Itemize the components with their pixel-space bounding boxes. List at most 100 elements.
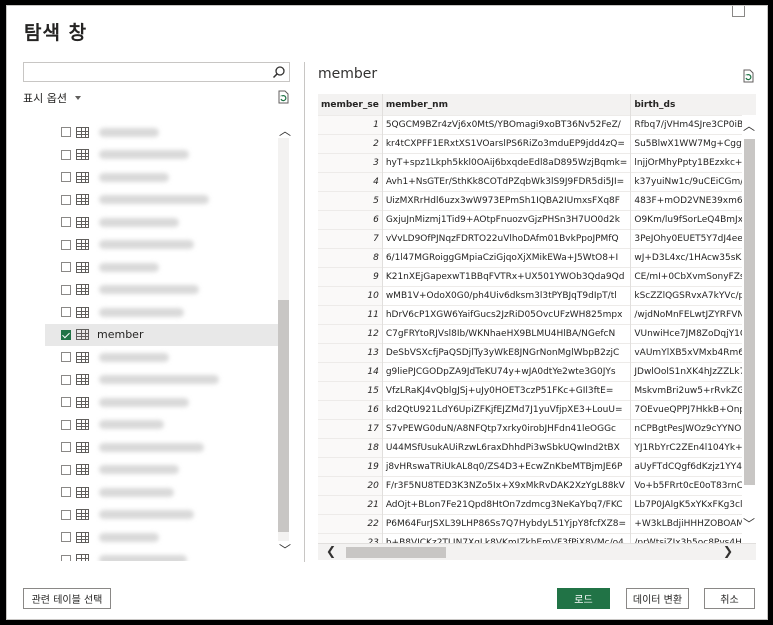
grid-scroll-down-icon[interactable]: ﹀ — [743, 515, 755, 532]
table-checkbox[interactable] — [61, 239, 71, 250]
cancel-button[interactable]: 취소 — [704, 588, 755, 609]
table-checkbox[interactable] — [61, 509, 71, 520]
table-cell: VUnwiHce7JM8ZoDqjY1O — [630, 324, 756, 344]
grid-vertical-scrollbar[interactable]: ︿ ﹀ — [742, 115, 756, 543]
table-icon — [76, 261, 89, 273]
search-input[interactable] — [23, 62, 290, 82]
tree-item[interactable] — [45, 391, 275, 413]
table-row: 11 hDrV6cP1XGW6YaifGucs2JzRiD05OvcUFzWH82… — [318, 305, 756, 325]
table-checkbox[interactable] — [61, 217, 71, 227]
table-checkbox[interactable] — [61, 284, 71, 295]
scroll-up-icon[interactable]: ︿ — [279, 122, 291, 139]
table-cell: 20 — [318, 476, 383, 496]
table-checkbox[interactable] — [61, 262, 71, 272]
tree-item[interactable] — [45, 211, 275, 233]
table-cell: 10 — [318, 286, 383, 306]
table-checkbox[interactable] — [61, 172, 71, 182]
scroll-right-icon[interactable]: ❯ — [723, 544, 733, 558]
table-checkbox[interactable] — [61, 374, 71, 385]
table-row: 20 F/r3F5NU8TED3K3NZo5Ix+X9xMkRvDAK2XzYgL… — [318, 476, 756, 496]
tree-item[interactable] — [45, 526, 275, 548]
tree-item[interactable] — [45, 414, 275, 436]
table-cell: 5QGCM9BZr4zVj6x0MtS/YBOmagi9xoBT36Nv52Fe… — [382, 115, 632, 135]
table-row: 5 UizMXRrHdl6uzx3wW973EPmSh1IQBA2IUmxsFXq… — [318, 191, 756, 211]
table-cell: 7 — [318, 229, 383, 249]
tree-item-member[interactable]: member — [45, 323, 289, 346]
grid-horizontal-scrollbar[interactable]: ❮ ❯ — [318, 544, 756, 560]
table-cell: 17 — [318, 419, 383, 439]
table-checkbox[interactable] — [61, 487, 71, 497]
table-checkbox[interactable] — [61, 419, 71, 430]
table-checkbox[interactable] — [61, 307, 71, 317]
tree-item[interactable] — [45, 234, 275, 256]
search-icon[interactable] — [272, 65, 286, 79]
table-row: 9 K21nXEjGapexwT1BBqFVTRx+UX501YWOb3Qda9Q… — [318, 267, 756, 287]
grid-vscroll-thumb[interactable] — [744, 139, 755, 485]
table-checkbox[interactable] — [61, 149, 71, 160]
navigator-tree: member — [23, 116, 289, 561]
table-checkbox[interactable] — [61, 127, 71, 137]
table-cell: hyT+spz1Lkph5kkl0OAij6bxqdeEdl8aD895WzjB… — [382, 153, 632, 173]
grid-scroll-up-icon[interactable]: ︿ — [743, 117, 755, 134]
table-cell: MskvmBri2uw5+rRvkZGAl — [630, 381, 756, 401]
table-cell: Lb7P0JAlgK5xYKxFKg3clyc — [630, 495, 756, 515]
table-cell: Rfbq7/jVHm4SJre3CP0iBd — [630, 115, 756, 135]
table-cell: j8vHRswaTRiUkAL8q0/ZS4D3+EcwZnKbeMTBjmJE… — [382, 457, 632, 477]
table-cell: kScZZlQGSRvxA7kYVc/p4u — [630, 286, 756, 306]
column-header[interactable]: member_nm — [382, 94, 632, 116]
preview-refresh-icon[interactable] — [741, 69, 755, 83]
table-icon — [76, 306, 89, 318]
blurred-table-name — [99, 420, 164, 429]
scroll-down-icon[interactable]: ﹀ — [279, 541, 291, 558]
table-checkbox[interactable] — [61, 329, 71, 340]
table-checkbox[interactable] — [61, 194, 71, 205]
tree-item[interactable] — [45, 369, 275, 391]
tree-item[interactable] — [45, 279, 275, 301]
column-header[interactable]: member_se — [318, 94, 383, 116]
select-related-tables-button[interactable]: 관련 테이블 선택 — [23, 588, 111, 609]
table-checkbox[interactable] — [61, 532, 71, 542]
table-checkbox[interactable] — [61, 352, 71, 362]
table-cell: vAUmYlXB5xVMxb4Rm6V — [630, 343, 756, 363]
table-row: 12 C7gFRYtoRJVsl8Ib/WKNhaeHX9BLMU4HlBA/NG… — [318, 324, 756, 344]
refresh-icon[interactable] — [276, 90, 290, 104]
scroll-thumb[interactable] — [278, 300, 289, 532]
table-cell: b+B8VICKz2TLJN7XgLk8VKmIZkhEmVF3fPiX8VMc… — [382, 533, 632, 543]
table-icon — [76, 194, 89, 205]
table-row: 19 j8vHRswaTRiUkAL8q0/ZS4D3+EcwZnKbeMTBjm… — [318, 457, 756, 477]
table-checkbox[interactable] — [61, 464, 71, 475]
tree-item[interactable] — [45, 121, 275, 143]
column-header[interactable]: birth_ds — [630, 94, 756, 116]
tree-item[interactable] — [45, 504, 275, 526]
tree-item[interactable] — [45, 346, 275, 368]
table-cell: /wjdNoMnFELwtJZYRFVN2 — [630, 305, 756, 325]
table-cell: 21 — [318, 495, 383, 515]
table-cell: 1 — [318, 115, 383, 135]
table-checkbox[interactable] — [61, 554, 71, 561]
tree-item[interactable] — [45, 481, 275, 503]
tree-item[interactable] — [45, 144, 275, 166]
maximize-icon[interactable] — [732, 6, 745, 17]
scroll-left-icon[interactable]: ❮ — [326, 544, 336, 558]
table-checkbox[interactable] — [61, 397, 71, 407]
tree-item[interactable] — [45, 549, 275, 561]
chevron-down-icon — [74, 96, 81, 100]
table-cell: vVvLD9OfPJNqzFDRTO22uVlhoDAfm01BvkPpoJPM… — [382, 229, 632, 249]
tree-item[interactable] — [45, 166, 275, 188]
tree-item[interactable] — [45, 189, 275, 211]
table-cell: 3PeJOhy0EUET5Y7dJ4eer — [630, 229, 756, 249]
tree-scrollbar[interactable]: ︿ ﹀ — [275, 118, 293, 561]
tree-item[interactable] — [45, 459, 275, 481]
table-cell: lnjjOrMhyPpty1BEzxkc+R — [630, 153, 756, 173]
grid-hscroll-thumb[interactable] — [346, 547, 446, 558]
load-button[interactable]: 로드 — [557, 588, 610, 609]
table-cell: 6 — [318, 210, 383, 230]
tree-item[interactable] — [45, 301, 275, 323]
table-cell: K21nXEjGapexwT1BBqFVTRx+UX501YWOb3Qda9Qd — [382, 267, 632, 287]
transform-data-button[interactable]: 데이터 변환 — [626, 588, 689, 609]
table-cell: 5 — [318, 191, 383, 211]
tree-item[interactable] — [45, 256, 275, 278]
display-options-dropdown[interactable]: 표시 옵션 — [23, 90, 81, 106]
table-checkbox[interactable] — [61, 442, 71, 452]
tree-item[interactable] — [45, 436, 275, 458]
